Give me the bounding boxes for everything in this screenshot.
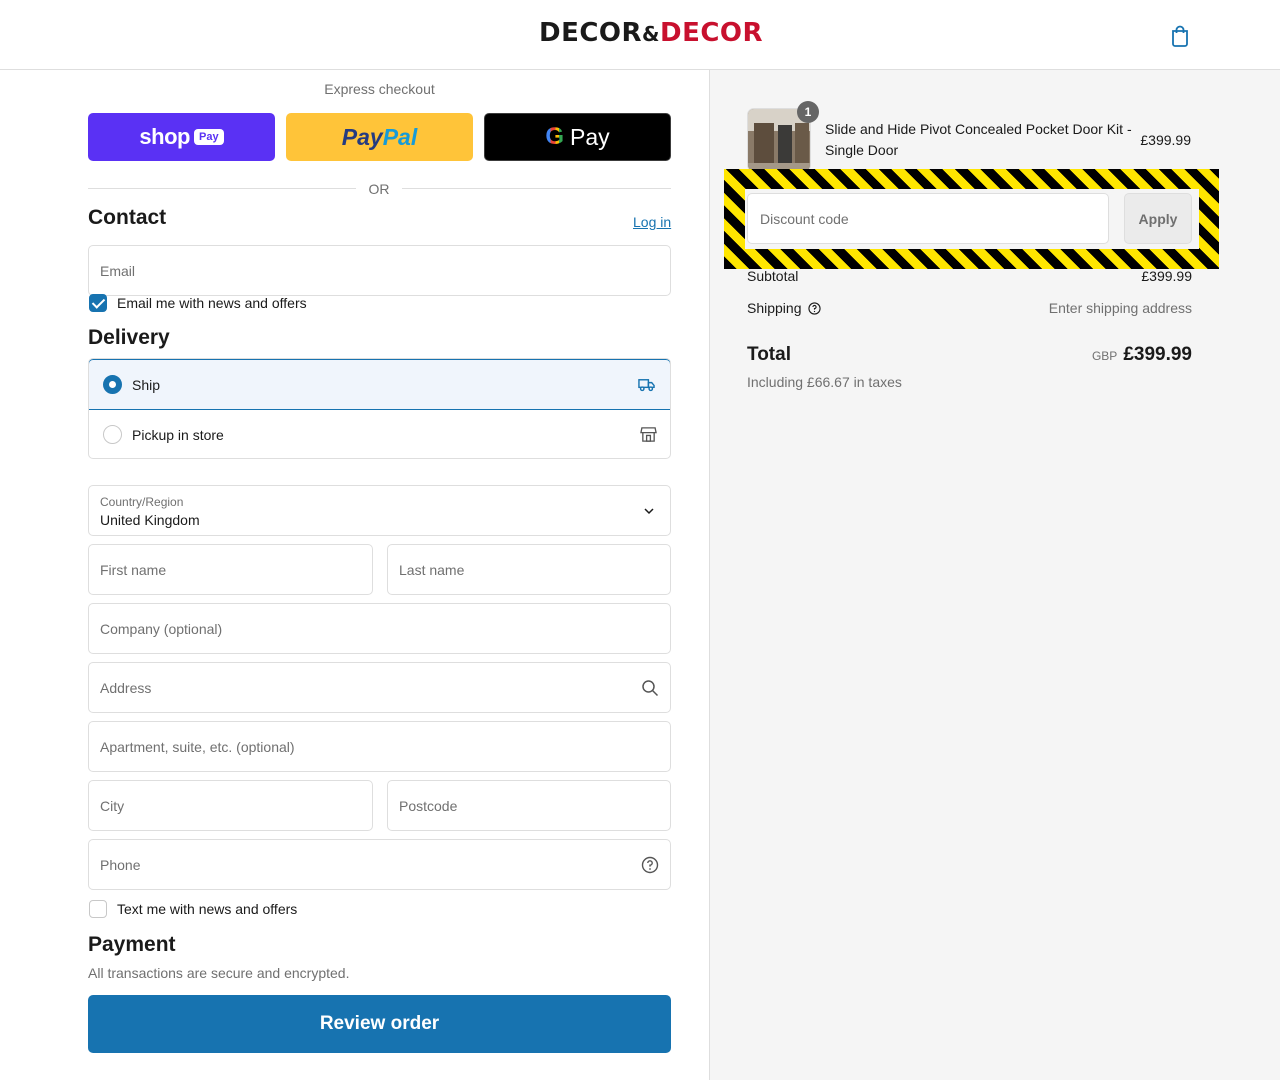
shipping-row: Shipping Enter shipping address [747,300,1192,316]
shipping-help-icon[interactable] [807,302,821,315]
city-field[interactable]: City [88,780,373,831]
google-pay-button[interactable]: G Pay [484,113,671,161]
apply-discount-button[interactable]: Apply [1124,193,1192,244]
country-select[interactable]: Country/Region United Kingdom [88,485,671,536]
total-label: Total [747,344,791,365]
apartment-field[interactable]: Apartment, suite, etc. (optional) [88,721,671,772]
email-news-checkbox[interactable]: Email me with news and offers [89,294,307,312]
company-field[interactable]: Company (optional) [88,603,671,654]
taxes-note: Including £66.67 in taxes [747,374,902,390]
product-name: Slide and Hide Pivot Concealed Pocket Do… [825,121,1132,158]
first-name-field[interactable]: First name [88,544,373,595]
login-link[interactable]: Log in [633,214,671,230]
help-icon[interactable] [641,856,659,874]
phone-field[interactable]: Phone [88,839,671,890]
text-news-checkbox[interactable]: Text me with news and offers [89,900,297,918]
quantity-badge: 1 [797,101,819,123]
discount-code-field[interactable]: Discount code [747,193,1109,244]
delivery-option-ship[interactable]: Ship [89,359,670,410]
review-order-button[interactable]: Review order [88,995,671,1053]
search-icon[interactable] [641,679,659,697]
payment-subtitle: All transactions are secure and encrypte… [88,965,350,981]
product-price: £399.99 [1140,132,1191,148]
radio-unselected[interactable] [103,425,122,444]
contact-title: Contact [88,206,167,229]
google-g-icon: G [545,123,565,150]
truck-icon [638,379,655,392]
store-logo[interactable]: DECOR&DECOR [539,18,763,48]
delivery-option-pickup[interactable]: Pickup in store [89,410,670,458]
subtotal-row: Subtotal £399.99 [747,268,1192,284]
shopping-bag-icon[interactable] [1170,24,1190,48]
address-field[interactable]: Address [88,662,671,713]
shop-pay-button[interactable]: shop Pay [88,113,275,161]
postcode-field[interactable]: Postcode [387,780,671,831]
chevron-down-icon [644,508,654,515]
site-header: DECOR&DECOR [0,0,1280,70]
express-checkout-label: Express checkout [324,81,435,97]
payment-title: Payment [88,933,176,956]
or-divider: OR [88,181,671,197]
checkbox-unchecked[interactable] [89,900,107,918]
delivery-title: Delivery [88,326,170,349]
last-name-field[interactable]: Last name [387,544,671,595]
paypal-button[interactable]: Pay Pal [286,113,473,161]
checkbox-checked[interactable] [89,294,107,312]
radio-selected[interactable] [103,375,122,394]
delivery-method-group: Ship Pickup in store [88,358,671,459]
store-icon [640,427,657,442]
total-amount: GBP £399.99 [1091,344,1192,365]
email-field[interactable]: Email [88,245,671,296]
